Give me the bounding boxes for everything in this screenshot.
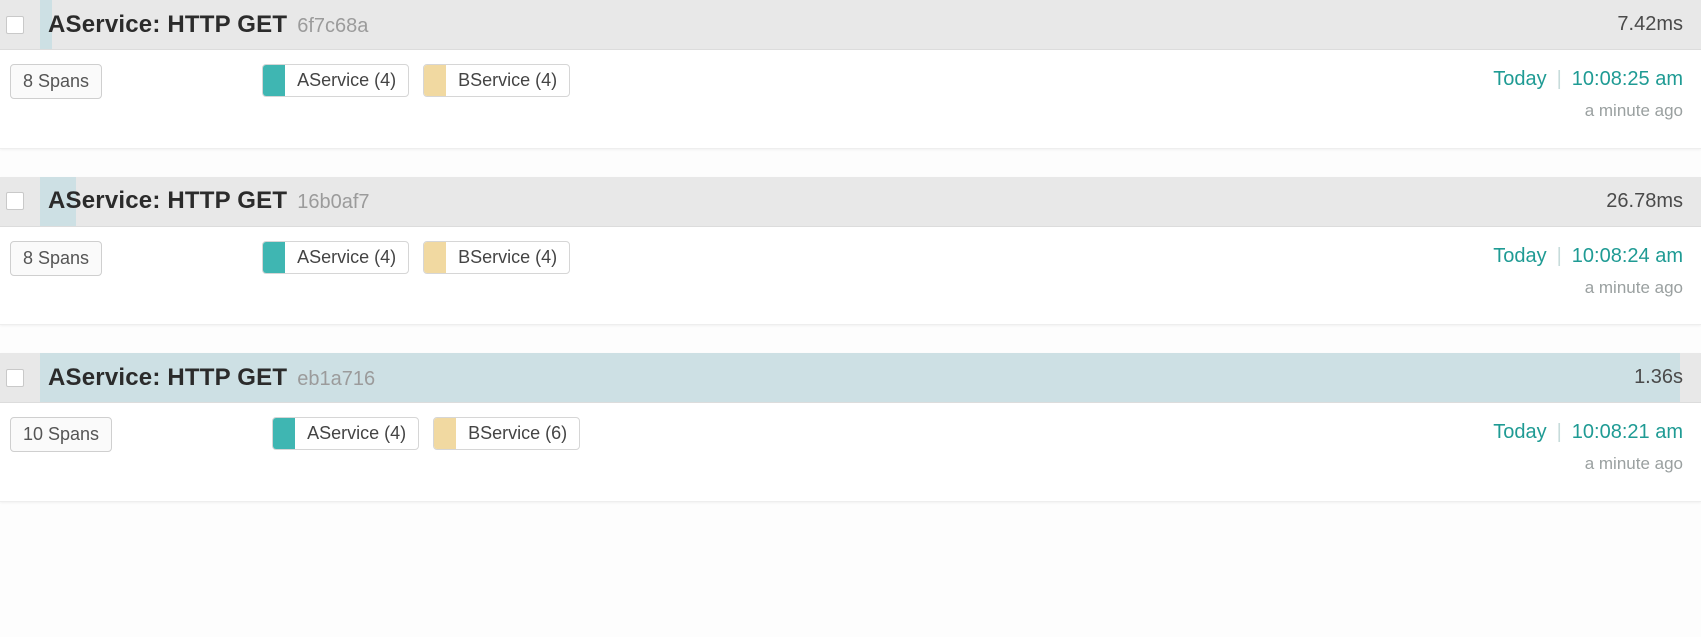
trace-id: 16b0af7 [297, 191, 369, 214]
trace-body: 8 Spans AService (4) BService (4) Today | 10:… [0, 227, 1701, 326]
service-label: AService (4) [285, 65, 408, 96]
timestamp-relative: a minute ago [1443, 98, 1683, 124]
service-label: BService (4) [446, 242, 569, 273]
trace-select-checkbox[interactable] [6, 16, 24, 34]
trace-header[interactable]: AService: HTTP GET eb1a716 1.36s [0, 353, 1701, 403]
service-color-swatch [263, 242, 285, 273]
service-tag[interactable]: BService (4) [423, 241, 570, 274]
timestamp-clock: 10:08:21 am [1572, 417, 1683, 447]
service-label: BService (6) [456, 418, 579, 449]
spans-count-pill[interactable]: 10 Spans [10, 417, 112, 452]
timestamp-separator: | [1557, 417, 1562, 447]
service-label: AService (4) [285, 242, 408, 273]
trace-body: 10 Spans AService (4) BService (6) Today | 10… [0, 403, 1701, 502]
trace-row[interactable]: AService: HTTP GET 6f7c68a 7.42ms 8 Spans AS… [0, 0, 1701, 149]
service-label: BService (4) [446, 65, 569, 96]
timestamp-date: Today [1493, 241, 1546, 271]
timestamp-date: Today [1493, 417, 1546, 447]
trace-duration: 7.42ms [1617, 13, 1683, 36]
trace-title-wrap: AService: HTTP GET 6f7c68a [48, 11, 1617, 39]
service-tag-list: AService (4) BService (4) [262, 241, 1443, 274]
trace-title: AService: HTTP GET [48, 364, 287, 392]
service-color-swatch [424, 65, 446, 96]
trace-duration: 1.36s [1634, 366, 1683, 389]
service-tag[interactable]: BService (6) [433, 417, 580, 450]
timestamp-separator: | [1557, 241, 1562, 271]
service-color-swatch [263, 65, 285, 96]
trace-row[interactable]: AService: HTTP GET eb1a716 1.36s 10 Spans AS… [0, 353, 1701, 502]
spans-count-pill[interactable]: 8 Spans [10, 241, 102, 276]
timestamp-block: Today | 10:08:21 am a minute ago [1443, 417, 1683, 477]
timestamp-relative: a minute ago [1443, 275, 1683, 301]
trace-title-wrap: AService: HTTP GET eb1a716 [48, 364, 1634, 392]
trace-select-checkbox[interactable] [6, 369, 24, 387]
trace-title-wrap: AService: HTTP GET 16b0af7 [48, 187, 1606, 215]
service-tag[interactable]: AService (4) [272, 417, 419, 450]
service-tag[interactable]: BService (4) [423, 64, 570, 97]
trace-id: eb1a716 [297, 368, 375, 391]
timestamp-clock: 10:08:24 am [1572, 241, 1683, 271]
timestamp-block: Today | 10:08:24 am a minute ago [1443, 241, 1683, 301]
service-label: AService (4) [295, 418, 418, 449]
timestamp-block: Today | 10:08:25 am a minute ago [1443, 64, 1683, 124]
trace-row[interactable]: AService: HTTP GET 16b0af7 26.78ms 8 Spans A… [0, 177, 1701, 326]
service-color-swatch [434, 418, 456, 449]
timestamp-date: Today [1493, 64, 1546, 94]
service-tag[interactable]: AService (4) [262, 64, 409, 97]
trace-id: 6f7c68a [297, 15, 368, 38]
trace-body: 8 Spans AService (4) BService (4) Today | 10:… [0, 50, 1701, 149]
service-tag[interactable]: AService (4) [262, 241, 409, 274]
service-tag-list: AService (4) BService (4) [262, 64, 1443, 97]
spans-count-pill[interactable]: 8 Spans [10, 64, 102, 99]
service-color-swatch [273, 418, 295, 449]
trace-header[interactable]: AService: HTTP GET 16b0af7 26.78ms [0, 177, 1701, 227]
timestamp-relative: a minute ago [1443, 451, 1683, 477]
trace-duration: 26.78ms [1606, 190, 1683, 213]
trace-title: AService: HTTP GET [48, 187, 287, 215]
trace-select-checkbox[interactable] [6, 192, 24, 210]
timestamp-separator: | [1557, 64, 1562, 94]
timestamp-clock: 10:08:25 am [1572, 64, 1683, 94]
service-color-swatch [424, 242, 446, 273]
trace-title: AService: HTTP GET [48, 11, 287, 39]
trace-header[interactable]: AService: HTTP GET 6f7c68a 7.42ms [0, 0, 1701, 50]
service-tag-list: AService (4) BService (6) [272, 417, 1443, 450]
